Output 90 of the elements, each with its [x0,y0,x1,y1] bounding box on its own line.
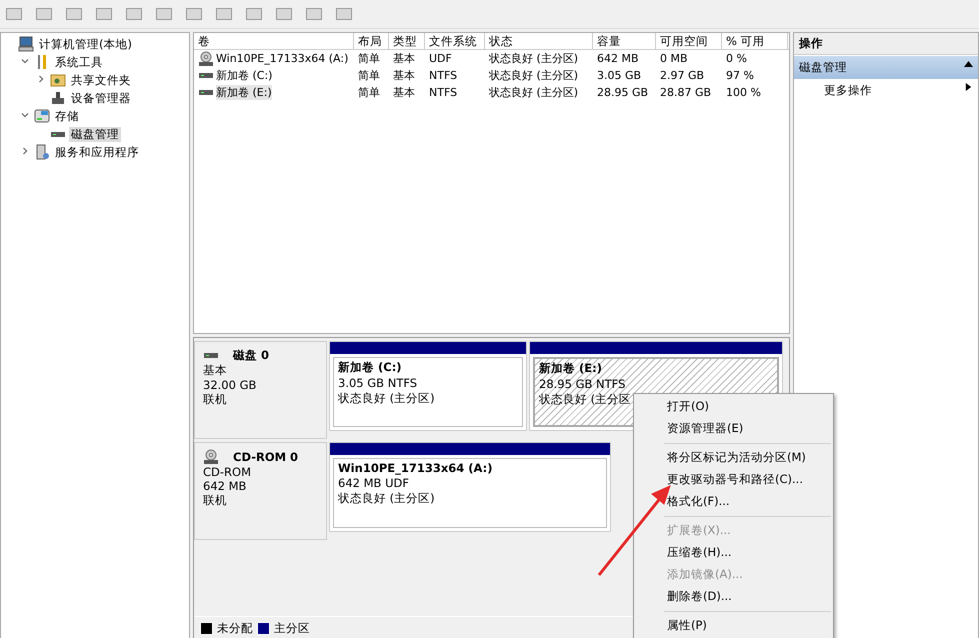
disk-status: 联机 [203,493,228,508]
column-header[interactable]: 布局 [354,33,389,49]
menu-item[interactable]: 更改驱动器号和路径(C)... [634,469,833,491]
toolbar-icon[interactable] [156,8,172,20]
table-cell-text: 简单 [357,85,381,100]
table-cell-text: 状态良好 (主分区) [488,68,580,83]
column-header[interactable]: 可用空间 [656,33,722,49]
column-header[interactable]: 容量 [593,33,656,49]
storage-icon [34,108,50,124]
tree-item[interactable]: 磁盘管理 [69,126,121,142]
column-header[interactable]: 卷 [194,33,354,49]
table-cell-text: 基本 [392,68,416,83]
tree-item[interactable]: 存储 [53,108,81,124]
disk-type: CD-ROM [203,465,252,479]
table-cell-text: 100 % [725,86,762,99]
disk-info[interactable]: 磁盘 0 基本 32.00 GB 联机 [194,341,327,439]
tree-item[interactable]: 设备管理器 [69,90,133,106]
table-cell-text: 2.97 GB [659,69,706,82]
actions-title: 操作 [794,33,978,55]
menu-item[interactable]: 属性(P) [634,615,833,637]
table-cell-text: 28.95 GB [596,86,650,99]
tree-item[interactable]: 共享文件夹 [69,72,133,88]
column-header[interactable]: 状态 [485,33,593,49]
disk-drive-icon [51,132,65,136]
action-item[interactable]: 更多操作 [794,79,978,102]
tree-item[interactable]: 计算机管理(本地) [37,36,134,52]
expand-icon[interactable] [37,74,45,82]
menu-item[interactable]: 删除卷(D)... [634,586,833,608]
table-cell-text: 简单 [357,68,381,83]
actions-section[interactable]: 磁盘管理 [794,56,978,79]
volume-name[interactable]: 新加卷 (E:) [216,85,272,100]
disk-size: 642 MB [203,479,248,493]
submenu-arrow-icon [964,83,973,91]
volume-name[interactable]: Win10PE_17133x64 (A:) [216,52,348,65]
menu-item[interactable]: 将分区标记为活动分区(M) [634,447,833,469]
tree-item[interactable]: 系统工具 [53,54,105,70]
toolbar-icon[interactable] [216,8,232,20]
table-cell-text: 3.05 GB [596,69,642,82]
table-cell-text: 状态良好 (主分区) [488,85,580,100]
disk-size: 32.00 GB [203,378,258,392]
table-cell-text: 基本 [392,85,416,100]
toolbar-icon[interactable] [276,8,292,20]
expand-icon[interactable] [21,146,29,154]
toolbar-icon[interactable] [66,8,82,20]
table-cell-text: 642 MB [596,52,640,65]
partition[interactable]: Win10PE_17133x64 (A:) 642 MB UDF 状态良好 (主分区) [333,458,607,528]
toolbar-icon[interactable] [246,8,262,20]
toolbar-icon[interactable] [306,8,322,20]
table-cell-text: 基本 [392,51,416,66]
disk-info[interactable]: CD-ROM 0 CD-ROM 642 MB 联机 [194,442,327,540]
toolbar-icon[interactable] [336,8,352,20]
disk-status: 联机 [203,392,228,407]
toolbar-icon[interactable] [6,8,22,20]
server-icon [34,144,50,160]
menu-item[interactable]: 压缩卷(H)... [634,542,833,564]
device-icon [50,90,66,106]
disk-name: 磁盘 0 [233,348,270,363]
disk-type: 基本 [203,363,228,378]
disk-drive-icon [199,90,213,95]
table-cell-text: 简单 [357,51,381,66]
collapse-icon[interactable] [21,110,29,118]
table-cell-text: 0 MB [659,52,689,65]
collapse-icon[interactable] [964,60,973,68]
partition[interactable]: 新加卷 (C:) 3.05 GB NTFS 状态良好 (主分区) [333,357,523,427]
toolbar-icon[interactable] [126,8,142,20]
disk-name: CD-ROM 0 [233,450,298,464]
column-header[interactable]: 类型 [389,33,425,49]
column-header[interactable]: % 可用 [722,33,788,49]
disk-drive-icon [204,353,218,358]
table-cell-text: 97 % [725,69,755,82]
toolbar-icon[interactable] [96,8,112,20]
table-cell-text: NTFS [428,86,458,99]
computer-icon [18,36,34,52]
table-cell-text: UDF [428,52,453,65]
table-cell-text: 状态良好 (主分区) [488,51,580,66]
table-cell-text: 28.87 GB [659,86,712,99]
legend-label: 主分区 [274,620,310,636]
toolbar-icon[interactable] [186,8,202,20]
tree-item[interactable]: 服务和应用程序 [53,144,141,160]
folder-icon [50,72,66,88]
collapse-icon[interactable] [21,56,29,64]
legend-label: 未分配 [217,620,253,636]
table-cell-text: 0 % [725,52,748,65]
disk-drive-icon [199,73,213,78]
volume-name[interactable]: 新加卷 (C:) [216,68,272,83]
cd-drive-icon [203,449,219,465]
toolbar-icon[interactable] [36,8,52,20]
column-header[interactable]: 文件系统 [425,33,485,49]
table-cell-text: NTFS [428,69,458,82]
menu-item[interactable]: 格式化(F)... [634,491,833,513]
